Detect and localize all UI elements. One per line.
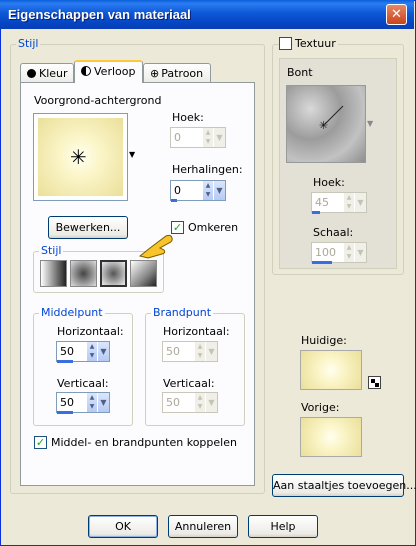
tab-verloop-label: Verloop <box>94 65 136 78</box>
texture-angle-indicator-icon: ✳ <box>319 105 344 132</box>
huidige-swatch <box>300 350 362 390</box>
preset-dropdown-arrow-icon[interactable]: ▼ <box>129 150 135 159</box>
herhalingen-spinbox[interactable]: 0 ▲ ▼ ▼ <box>170 180 226 201</box>
svg-text:✳: ✳ <box>319 119 328 132</box>
middelpunt-verticaal-up-down-icon[interactable]: ▲ ▼ <box>87 393 97 412</box>
schaal-up-down-icon[interactable]: ▲ ▼ <box>344 243 354 262</box>
brandpunt-label: Brandpunt <box>151 306 214 319</box>
radial-style-button[interactable] <box>130 260 157 287</box>
schaal-value: 100 <box>315 246 336 259</box>
texture-preview[interactable]: ✳ <box>286 85 366 163</box>
huidige-label: Huidige: <box>301 334 347 347</box>
gradient-center-crosshair-icon: ✳ <box>70 145 87 169</box>
vorige-label: Vorige: <box>301 401 340 414</box>
vorige-swatch[interactable] <box>300 417 362 457</box>
brandpunt-horizontaal-up-down-icon[interactable]: ▲ ▼ <box>195 342 205 361</box>
kleur-dot-icon <box>27 69 36 78</box>
preset-name-label: Voorgrond-achtergrond <box>34 94 162 107</box>
brandpunt-verticaal-spinbox[interactable]: 50 ▲ ▼ ▼ <box>162 392 218 413</box>
brandpunt-horizontaal-spinbox[interactable]: 50 ▲ ▼ ▼ <box>162 341 218 362</box>
middelpunt-horizontaal-slider[interactable] <box>57 360 73 363</box>
middelpunt-horizontaal-dropdown-icon[interactable]: ▼ <box>97 342 109 361</box>
help-button[interactable]: Help <box>248 515 318 538</box>
tab-kleur[interactable]: Kleur <box>20 63 74 83</box>
koppelen-checkbox[interactable]: ✓ <box>34 436 47 449</box>
herhalingen-label: Herhalingen: <box>172 163 243 176</box>
schaal-spinbox[interactable]: 100 ▲ ▼ ▼ <box>311 242 367 263</box>
sunburst-style-button[interactable] <box>100 260 127 287</box>
herhalingen-slider[interactable] <box>171 199 177 202</box>
herhalingen-value: 0 <box>174 184 181 197</box>
textuur-hoek-label: Hoek: <box>313 176 345 189</box>
brandpunt-verticaal-value: 50 <box>166 396 180 409</box>
verloop-half-icon <box>81 66 91 76</box>
close-button[interactable]: ✕ <box>386 4 407 25</box>
middelpunt-horizontaal-up-down-icon[interactable]: ▲ ▼ <box>87 342 97 361</box>
middelpunt-verticaal-label: Verticaal: <box>57 377 109 390</box>
linear-style-button[interactable] <box>40 260 67 287</box>
textuur-label: Textuur <box>293 37 338 50</box>
brandpunt-horizontaal-label: Horizontaal: <box>163 325 230 338</box>
patroon-grid-icon: ⊕ <box>150 67 160 80</box>
textuur-checkbox[interactable] <box>279 37 292 50</box>
hoek-up-down-icon[interactable]: ▲ ▼ <box>203 128 213 147</box>
hoek-label: Hoek: <box>172 111 204 124</box>
middelpunt-horizontaal-spinbox[interactable]: 50 ▲ ▼ ▼ <box>56 341 110 362</box>
middelpunt-horizontaal-label: Horizontaal: <box>57 325 124 338</box>
middelpunt-verticaal-value: 50 <box>60 396 74 409</box>
middelpunt-horizontaal-value: 50 <box>60 345 74 358</box>
bont-label: Bont <box>287 66 313 79</box>
textuur-hoek-value: 45 <box>315 196 329 209</box>
textuur-hoek-spinbox[interactable]: 45 ▲ ▼ ▼ <box>311 192 367 213</box>
ok-button[interactable]: OK <box>88 515 158 538</box>
brandpunt-verticaal-up-down-icon[interactable]: ▲ ▼ <box>195 393 205 412</box>
brandpunt-horizontaal-value: 50 <box>166 345 180 358</box>
gradient-preview-box[interactable]: ✳ <box>33 113 128 201</box>
window-title: Eigenschappen van materiaal <box>8 7 191 22</box>
middelpunt-verticaal-slider[interactable] <box>57 411 73 414</box>
middelpunt-verticaal-spinbox[interactable]: 50 ▲ ▼ ▼ <box>56 392 110 413</box>
gradient-style-label: Stijl <box>39 244 64 257</box>
tab-patroon-label: Patroon <box>161 67 204 80</box>
rectangular-style-button[interactable] <box>70 260 97 287</box>
herhalingen-up-down-icon[interactable]: ▲ ▼ <box>203 181 213 200</box>
tab-verloop[interactable]: Verloop <box>74 60 143 83</box>
hoek-value: 0 <box>174 131 181 144</box>
brandpunt-verticaal-label: Verticaal: <box>163 377 215 390</box>
koppelen-label: Middel- en brandpunten koppelen <box>51 436 237 449</box>
middelpunt-label: Middelpunt <box>39 306 105 319</box>
tab-kleur-label: Kleur <box>39 67 68 80</box>
hoek-dropdown-icon[interactable]: ▼ <box>213 128 225 147</box>
textuur-hoek-slider[interactable] <box>312 211 320 214</box>
schaal-label: Schaal: <box>313 226 354 239</box>
brandpunt-verticaal-dropdown-icon[interactable]: ▼ <box>205 393 217 412</box>
textuur-hoek-up-down-icon[interactable]: ▲ ▼ <box>344 193 354 212</box>
herhalingen-dropdown-icon[interactable]: ▼ <box>213 181 225 200</box>
middelpunt-verticaal-dropdown-icon[interactable]: ▼ <box>97 393 109 412</box>
hoek-spinbox[interactable]: 0 ▲ ▼ ▼ <box>170 127 226 148</box>
bewerken-button[interactable]: Bewerken... <box>48 216 128 239</box>
texture-dropdown-arrow-icon[interactable]: ▼ <box>367 119 373 128</box>
stijl-group-label: Stijl <box>16 37 41 50</box>
omkeren-label: Omkeren <box>188 221 239 234</box>
cancel-button[interactable]: Annuleren <box>168 515 238 538</box>
tab-patroon[interactable]: ⊕ Patroon <box>143 63 211 83</box>
schaal-dropdown-icon[interactable]: ▼ <box>354 243 366 262</box>
add-to-swatches-button[interactable]: Aan staaltjes toevoegen... <box>272 474 416 497</box>
brandpunt-horizontaal-dropdown-icon[interactable]: ▼ <box>205 342 217 361</box>
swap-swatch-icon[interactable] <box>368 376 381 389</box>
pointing-hand-icon <box>138 232 174 260</box>
textuur-hoek-dropdown-icon[interactable]: ▼ <box>354 193 366 212</box>
schaal-slider[interactable] <box>312 261 332 264</box>
